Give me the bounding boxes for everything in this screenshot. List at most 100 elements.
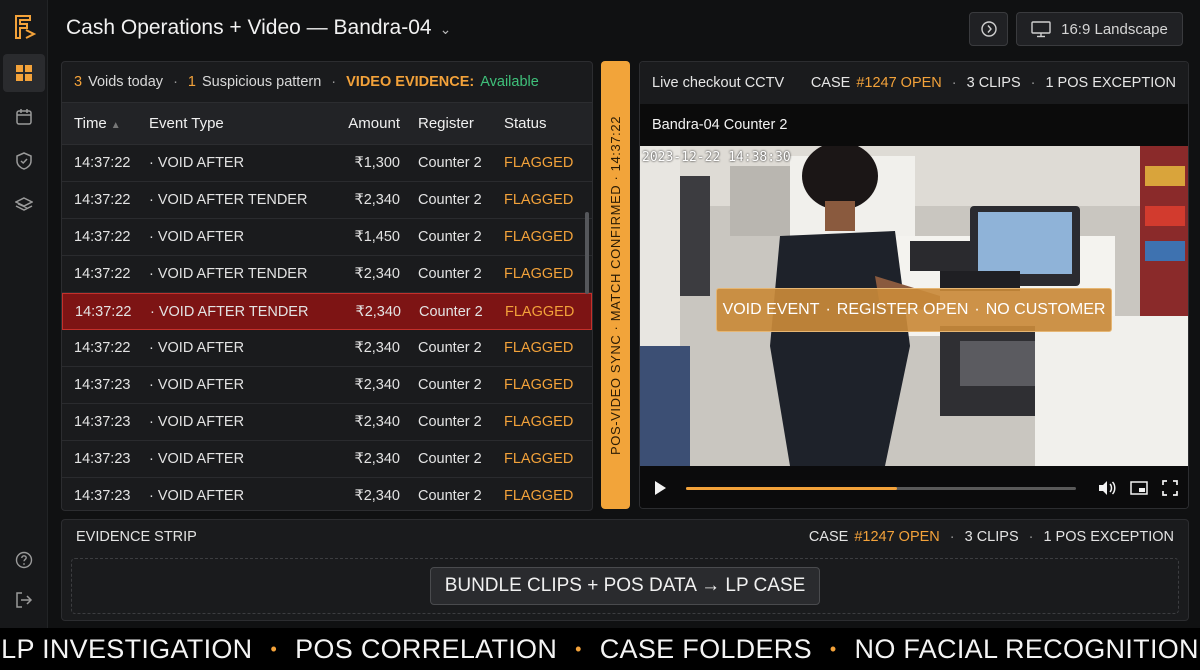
table-row[interactable]: 14:37:22 · VOID AFTER TENDER ₹2,340 Counter… <box>62 182 592 219</box>
cell-time: 14:37:22 <box>74 155 131 171</box>
col-time[interactable]: Time ▲ <box>62 115 145 132</box>
clips-count: 3 CLIPS <box>966 75 1021 91</box>
layers-icon <box>15 197 33 211</box>
footer-item: LP INVESTIGATION <box>1 633 253 664</box>
summary-bar: 3 Voids today · 1 Suspicious pattern · V… <box>62 62 592 103</box>
video-panel: Live checkout CCTV CASE #1247 OPEN · 3 C… <box>639 61 1189 509</box>
case-id[interactable]: #1247 OPEN <box>854 529 939 545</box>
cell-event-type: · VOID AFTER <box>149 340 245 356</box>
nav-security[interactable] <box>3 142 45 180</box>
video-progress-fill <box>686 486 897 490</box>
evidence-strip-title: EVIDENCE STRIP <box>76 529 197 545</box>
shield-check-icon <box>16 152 32 170</box>
cell-status: FLAGGED <box>504 340 574 356</box>
cell-amount: ₹2,340 <box>354 414 400 430</box>
cell-amount: ₹2,340 <box>355 303 401 320</box>
timer-button[interactable] <box>969 12 1008 46</box>
table-row[interactable]: 14:37:22 · VOID AFTER ₹2,340 Counter 2 FLAGG… <box>62 330 592 367</box>
cell-register: Counter 2 <box>418 488 482 504</box>
nav-help[interactable] <box>3 541 45 579</box>
cell-amount: ₹2,340 <box>354 488 400 504</box>
cell-time: 14:37:23 <box>74 414 131 430</box>
col-amount[interactable]: Amount <box>320 115 400 132</box>
fullscreen-icon[interactable] <box>1162 480 1178 496</box>
separator: · <box>825 301 831 318</box>
left-rail <box>0 0 48 628</box>
table-row[interactable]: 14:37:23 · VOID AFTER ₹2,340 Counter 2 FLAGG… <box>62 441 592 478</box>
layout-toggle-button[interactable]: 16:9 Landscape <box>1016 12 1183 46</box>
col-event-type[interactable]: Event Type <box>145 115 320 132</box>
picture-in-picture-icon[interactable] <box>1130 480 1148 496</box>
event-overlay-badge: VOID EVENT · REGISTER OPEN · NO CUSTOMER <box>716 288 1112 332</box>
footer-item: CASE FOLDERS <box>599 633 812 664</box>
cell-register: Counter 2 <box>418 340 482 356</box>
table-row[interactable]: 14:37:22 · VOID AFTER ₹1,450 Counter 2 FLAGG… <box>62 219 592 256</box>
cell-amount: ₹2,340 <box>354 192 400 208</box>
voids-count: 3 <box>74 74 83 90</box>
video-title: Live checkout CCTV <box>652 75 785 91</box>
sort-asc-icon: ▲ <box>110 120 121 131</box>
video-progress-track[interactable] <box>686 486 1076 490</box>
separator: · <box>974 301 980 318</box>
store-selector[interactable]: Cash Operations + Video — Bandra-04 ⌄ <box>66 16 451 40</box>
nav-layers[interactable] <box>3 186 45 224</box>
suspicious-label: Suspicious pattern <box>201 74 322 90</box>
cell-amount: ₹2,340 <box>354 451 400 467</box>
table-scrollbar[interactable] <box>585 212 589 294</box>
video-evidence-label: VIDEO EVIDENCE: <box>346 74 475 90</box>
footer-item: POS CORRELATION <box>295 633 558 664</box>
cell-time: 14:37:22 <box>74 192 131 208</box>
volume-icon[interactable] <box>1098 480 1116 496</box>
cell-status: FLAGGED <box>504 414 574 430</box>
cell-status: FLAGGED <box>504 155 574 171</box>
cctv-video-frame[interactable]: 2023-12-22 14:38:30 VOID EVENT · REGISTE… <box>640 146 1188 466</box>
evidence-dropzone[interactable]: BUNDLE CLIPS + POS DATA → LP CASE <box>71 558 1179 614</box>
nav-dashboard[interactable] <box>3 54 45 92</box>
table-row[interactable]: 14:37:23 · VOID AFTER ₹2,340 Counter 2 FLAGG… <box>62 478 592 510</box>
cell-time: 14:37:23 <box>74 488 131 504</box>
separator: · <box>173 74 178 90</box>
cell-status: FLAGGED <box>504 377 574 393</box>
chevron-down-icon: ⌄ <box>439 20 452 37</box>
pos-exception-count: 1 POS EXCEPTION <box>1045 75 1176 91</box>
nav-logout[interactable] <box>3 581 45 619</box>
cell-event-type: · VOID AFTER TENDER <box>149 192 308 208</box>
calendar-icon <box>16 109 32 125</box>
cell-amount: ₹2,340 <box>354 266 400 282</box>
cell-amount: ₹2,340 <box>354 377 400 393</box>
bundle-to-lp-case-button[interactable]: BUNDLE CLIPS + POS DATA → LP CASE <box>429 567 821 605</box>
pos-exception-count: 1 POS EXCEPTION <box>1043 529 1174 545</box>
table-row[interactable]: 14:37:22 · VOID AFTER TENDER ₹2,340 Counter… <box>62 256 592 293</box>
footer-item: NO FACIAL RECOGNITION <box>854 633 1199 664</box>
table-row[interactable]: 14:37:22 · VOID AFTER TENDER ₹2,340 Counter… <box>62 293 592 330</box>
clips-count: 3 CLIPS <box>964 529 1019 545</box>
pos-video-sync-bar: POS-VIDEO SYNC · MATCH CONFIRMED · 14:37… <box>601 61 630 509</box>
col-status[interactable]: Status <box>496 115 547 132</box>
play-icon[interactable] <box>652 480 668 496</box>
cell-status: FLAGGED <box>504 488 574 504</box>
timer-icon <box>980 21 997 37</box>
cell-register: Counter 2 <box>419 303 483 320</box>
video-controls <box>640 466 1188 508</box>
separator: · <box>1030 75 1036 91</box>
table-row[interactable]: 14:37:23 · VOID AFTER ₹2,340 Counter 2 FLAGG… <box>62 404 592 441</box>
nav-calendar[interactable] <box>3 98 45 136</box>
table-row[interactable]: 14:37:23 · VOID AFTER ₹2,340 Counter 2 FLAGG… <box>62 367 592 404</box>
separator: · <box>331 74 337 90</box>
page-title: Cash Operations + Video — Bandra-04 <box>66 16 432 39</box>
case-id[interactable]: #1247 OPEN <box>856 75 941 91</box>
help-circle-icon <box>15 551 33 569</box>
cell-time: 14:37:23 <box>74 451 131 467</box>
dashboard-grid-icon <box>16 65 32 81</box>
cell-status: FLAGGED <box>504 229 574 245</box>
table-row[interactable]: 14:37:22 · VOID AFTER ₹1,300 Counter 2 FLAGG… <box>62 145 592 182</box>
col-register[interactable]: Register <box>400 115 496 132</box>
cell-event-type: · VOID AFTER <box>149 377 245 393</box>
cell-event-type: · VOID AFTER <box>149 451 245 467</box>
case-prefix: CASE <box>810 75 851 91</box>
cell-register: Counter 2 <box>418 229 482 245</box>
video-header: Live checkout CCTV CASE #1247 OPEN · 3 C… <box>640 62 1188 104</box>
cell-register: Counter 2 <box>418 451 482 467</box>
camera-name: Bandra-04 Counter 2 <box>640 104 1188 146</box>
sync-status-text: POS-VIDEO SYNC · MATCH CONFIRMED · 14:37… <box>608 115 623 455</box>
